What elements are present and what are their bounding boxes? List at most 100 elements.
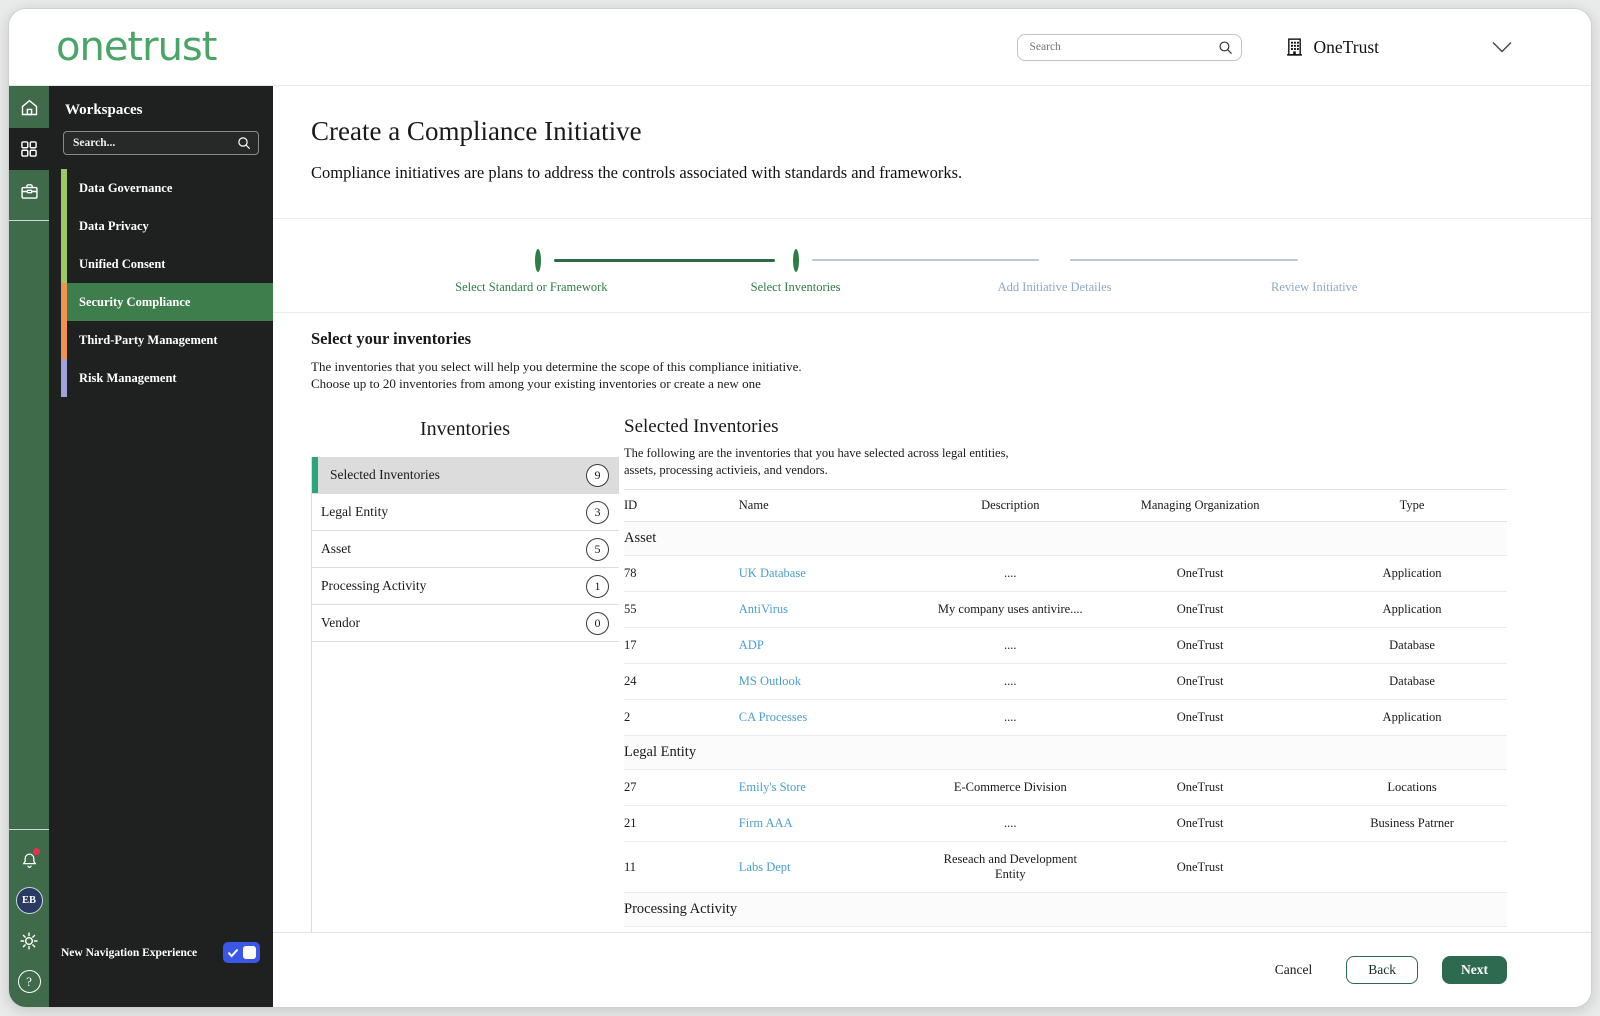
inventory-filter-asset[interactable]: Asset 5 (312, 531, 619, 569)
cell-managing-org: OneTrust (1083, 627, 1318, 665)
workspaces-search-input[interactable] (63, 131, 259, 155)
inventory-filter-vendor[interactable]: Vendor 0 (312, 605, 619, 643)
page-subtitle: Compliance initiatives are plans to addr… (311, 163, 963, 182)
cancel-button[interactable]: Cancel (1275, 962, 1312, 978)
cell-id: 55 (624, 591, 739, 629)
table-row: 27 Emily's Store E-Commerce Division One… (624, 769, 1507, 807)
toggle-knob (243, 946, 256, 959)
workspace-color-strip (61, 169, 67, 207)
inventory-filter-selected-inventories[interactable]: Selected Inventories 9 (312, 457, 619, 495)
settings-button[interactable] (9, 921, 49, 961)
cell-name-link[interactable]: MS Outlook (738, 663, 938, 701)
cell-name-link[interactable]: UK Database (738, 555, 938, 593)
help-icon[interactable]: ? (17, 970, 41, 993)
count-badge: 0 (586, 611, 609, 635)
inventory-filter-legal-entity[interactable]: Legal Entity 3 (312, 494, 619, 532)
column-header-id: ID (624, 489, 739, 523)
main-content: Create a Compliance Initiative Complianc… (273, 86, 1591, 1007)
cell-type: Business Patrner (1317, 805, 1507, 843)
workspaces-nav-button[interactable] (9, 128, 49, 170)
global-search (1016, 33, 1242, 61)
cell-name-link[interactable]: Labs Dept (738, 841, 938, 894)
sidebar-item-third-party-management[interactable]: Third-Party Management (49, 321, 273, 359)
column-header-description: Description (937, 489, 1084, 523)
home-nav-button[interactable] (9, 86, 49, 128)
sidebar-item-security-compliance[interactable]: Security Compliance (49, 283, 273, 321)
cell-name-link[interactable]: ADP (738, 627, 938, 665)
building-icon (1284, 36, 1305, 58)
section-line2: Choose up to 20 inventories from among y… (311, 376, 761, 392)
inventory-filter-label: Vendor (321, 615, 360, 631)
cell-name-link[interactable]: Firm AAA (738, 805, 938, 843)
projects-nav-button[interactable] (9, 170, 49, 212)
workspace-color-strip (61, 207, 67, 245)
sidebar-item-data-privacy[interactable]: Data Privacy (49, 207, 273, 245)
sidebar-item-data-governance[interactable]: Data Governance (49, 169, 273, 207)
new-navigation-toggle[interactable] (223, 942, 260, 963)
count-badge: 1 (586, 574, 609, 598)
selected-inventories-desc2: assets, processing activieis, and vendor… (624, 462, 828, 477)
cell-type: Database (1317, 627, 1507, 665)
count-badge: 9 (586, 463, 609, 487)
table-header-row: ID Name Description Managing Organizatio… (624, 489, 1507, 523)
workspace-color-strip (61, 245, 67, 283)
check-icon (228, 948, 238, 957)
inventory-filter-label: Selected Inventories (330, 467, 440, 483)
notification-badge (33, 848, 40, 855)
rail-divider (9, 220, 49, 221)
step-indicator-2[interactable] (792, 249, 799, 272)
cell-name-link[interactable]: AntiVirus (738, 591, 938, 629)
sidebar-item-unified-consent[interactable]: Unified Consent (49, 245, 273, 283)
next-button[interactable]: Next (1442, 956, 1507, 984)
table-row: 55 AntiVirus My company uses antivire...… (624, 591, 1507, 629)
sidebar-item-risk-management[interactable]: Risk Management (49, 359, 273, 397)
cell-type (1317, 841, 1507, 894)
sidebar-item-label: Risk Management (79, 370, 177, 385)
inventory-filter-processing-activity[interactable]: Processing Activity 1 (312, 568, 619, 606)
cell-description: .... (937, 805, 1084, 843)
table-row: 21 Firm AAA .... OneTrust Business Patrn… (624, 805, 1507, 843)
top-header: onetrust OneTrust (9, 9, 1591, 86)
stepper-connector (812, 259, 1039, 261)
global-search-input[interactable] (1016, 33, 1242, 61)
cell-managing-org: OneTrust (1083, 663, 1318, 701)
cell-managing-org: OneTrust (1083, 805, 1318, 843)
back-button[interactable]: Back (1346, 956, 1418, 984)
sidebar-item-label: Third-Party Management (79, 332, 218, 347)
workspace-color-strip (61, 359, 67, 397)
cell-type: Application (1317, 555, 1507, 593)
avatar[interactable]: EB (15, 887, 43, 914)
table-row: 11 Labs Dept Reseach and Development Ent… (624, 841, 1507, 894)
new-navigation-label: New Navigation Experience (61, 946, 198, 959)
cell-type: Application (1317, 591, 1507, 629)
grid-icon (19, 139, 39, 159)
table-row: 78 UK Database .... OneTrust Application (624, 555, 1507, 593)
table-group-row: Legal Entity (624, 735, 1507, 771)
cell-name-link[interactable]: Emily's Store (738, 769, 938, 807)
step-indicator-1[interactable] (534, 249, 541, 272)
rail-divider-bottom (9, 829, 49, 830)
sidebar-item-label: Security Compliance (79, 294, 191, 309)
cell-id: 24 (624, 663, 739, 701)
gear-icon (19, 931, 39, 951)
search-icon (1217, 39, 1234, 56)
page-title: Create a Compliance Initiative (311, 116, 642, 146)
stepper: Select Standard or Framework Select Inve… (273, 219, 1591, 313)
cell-description: .... (937, 663, 1084, 701)
org-selector[interactable]: OneTrust (1284, 36, 1379, 58)
count-badge: 5 (586, 537, 609, 561)
cell-id: 21 (624, 805, 739, 843)
cell-managing-org: OneTrust (1083, 699, 1318, 737)
sidebar-item-label: Data Privacy (79, 218, 149, 233)
cell-name-link[interactable]: CA Processes (738, 699, 938, 737)
workspace-color-strip (61, 321, 67, 359)
selected-inventories-panel: Selected Inventories The following are t… (624, 414, 1507, 932)
org-dropdown-chevron[interactable] (1491, 40, 1513, 54)
selected-inventories-title: Selected Inventories (624, 416, 779, 438)
workspaces-search (63, 131, 259, 155)
inventory-filter-label: Processing Activity (321, 578, 427, 594)
notifications-button[interactable] (9, 840, 49, 880)
selected-inventories-table: ID Name Description Managing Organizatio… (624, 489, 1507, 932)
cell-description: E-Commerce Division (937, 769, 1084, 807)
cell-id: 2 (624, 699, 739, 737)
